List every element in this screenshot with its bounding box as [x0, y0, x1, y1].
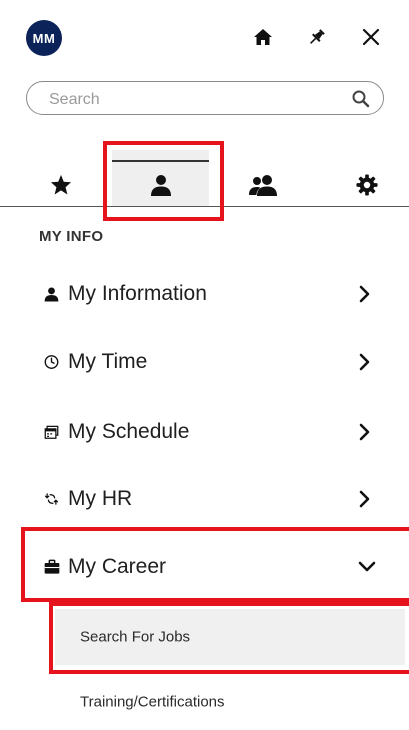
tab-team[interactable]: [218, 150, 308, 206]
user-icon: [44, 287, 59, 302]
chevron-down-icon: [358, 560, 376, 574]
search-input[interactable]: [47, 88, 351, 112]
submenu-item-label: Search For Jobs: [80, 628, 191, 646]
avatar-initials: MM: [32, 30, 56, 46]
submenu-item-training-certifications[interactable]: Training/Certifications: [0, 674, 409, 730]
section-title: MY INFO: [39, 228, 104, 245]
gear-icon: [356, 173, 378, 201]
menu-item-my-information[interactable]: My Information: [0, 264, 409, 324]
submenu-item-label: Training/Certifications: [80, 693, 225, 711]
menu-item-label: My HR: [68, 487, 133, 510]
tab-favorites[interactable]: [16, 150, 106, 206]
menu-item-my-hr[interactable]: My HR: [0, 469, 409, 529]
search-icon[interactable]: [351, 89, 371, 114]
tab-bar: [0, 150, 409, 207]
close-icon[interactable]: [358, 24, 384, 50]
menu-item-my-time[interactable]: My Time: [0, 332, 409, 392]
user-icon: [149, 173, 173, 202]
search-box: [26, 81, 384, 115]
chevron-right-icon: [358, 285, 372, 303]
menu-item-label: My Schedule: [68, 420, 190, 443]
chevron-right-icon: [358, 490, 372, 508]
users-icon: [247, 173, 279, 202]
menu-item-my-career[interactable]: My Career: [0, 537, 409, 597]
briefcase-icon: [44, 559, 60, 575]
home-icon[interactable]: [250, 24, 276, 50]
hr-icon: [44, 492, 59, 507]
menu-item-label: My Information: [68, 282, 207, 305]
star-icon: [50, 174, 72, 200]
chevron-right-icon: [358, 423, 372, 441]
clock-icon: [44, 355, 59, 370]
top-bar: MM: [0, 0, 409, 75]
menu-item-label: My Time: [68, 350, 148, 373]
menu-item-my-schedule[interactable]: My Schedule: [0, 402, 409, 462]
tab-my-info[interactable]: [112, 150, 209, 206]
avatar[interactable]: MM: [26, 20, 62, 56]
calendar-icon: [44, 425, 59, 440]
menu-item-label: My Career: [68, 555, 167, 578]
chevron-right-icon: [358, 353, 372, 371]
submenu-item-search-for-jobs[interactable]: Search For Jobs: [55, 609, 405, 665]
pin-icon[interactable]: [304, 24, 330, 50]
tab-settings[interactable]: [322, 150, 409, 206]
